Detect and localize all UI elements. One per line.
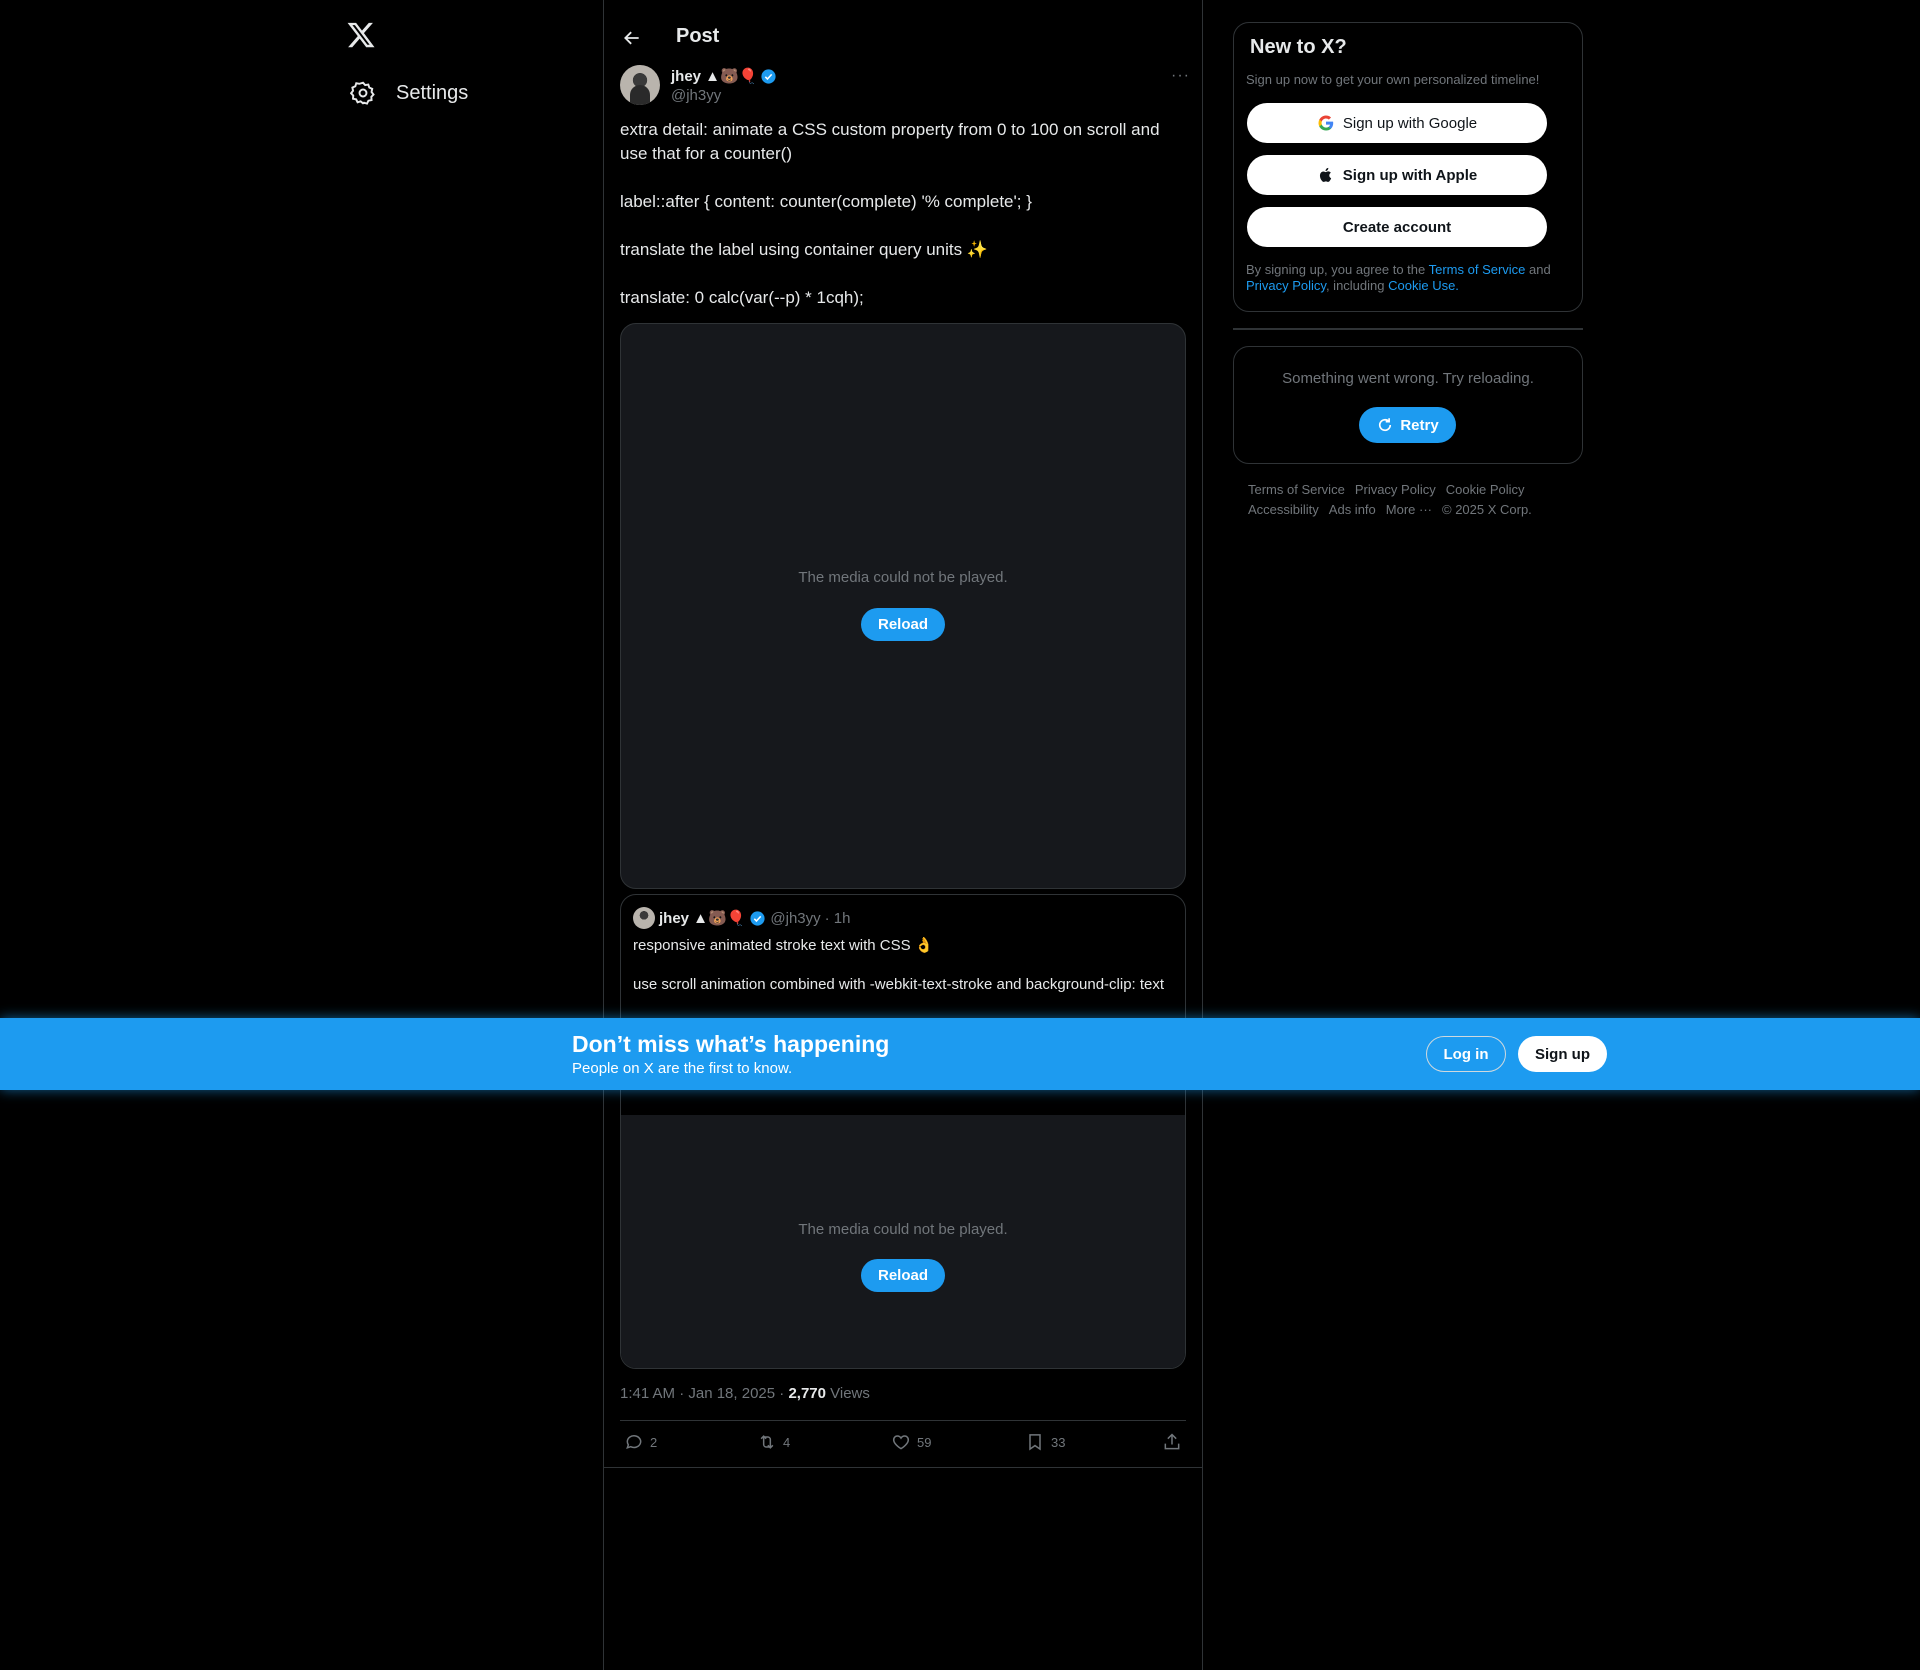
post-column: Post jhey ▲🐻🎈 @jh3yy ··· extra detail: a…	[603, 0, 1203, 1670]
verified-badge-icon	[750, 910, 765, 926]
footer-link[interactable]: Accessibility	[1248, 502, 1319, 517]
verified-badge-icon	[761, 68, 776, 84]
post-timestamp[interactable]: 1:41 AM · Jan 18, 2025 ·	[620, 1385, 788, 1402]
views-count: 2,770	[788, 1385, 826, 1402]
author-name-row[interactable]: jhey ▲🐻🎈	[671, 67, 777, 85]
share-icon	[1164, 1433, 1180, 1450]
signup-button[interactable]: Sign up	[1518, 1036, 1607, 1072]
quoted-post-text: responsive animated stroke text with CSS…	[633, 937, 934, 954]
like-count: 59	[917, 1434, 932, 1450]
error-message: Something went wrong. Try reloading.	[1282, 370, 1534, 387]
quoted-author-handle: @jh3yy	[770, 909, 821, 927]
apple-signup-button[interactable]: Sign up with Apple	[1247, 155, 1547, 195]
views-label: Views	[825, 1385, 870, 1402]
repost-count: 4	[783, 1434, 791, 1450]
quoted-post-media: The media could not be played. Reload	[621, 1115, 1185, 1368]
quoted-post[interactable]: jhey ▲🐻🎈 @jh3yy · 1h responsive animated…	[620, 894, 1186, 1369]
bookmark-count: 33	[1051, 1434, 1066, 1450]
copyright: © 2025 X Corp.	[1442, 502, 1532, 517]
post-paragraph: extra detail: animate a CSS custom prope…	[620, 120, 1160, 163]
settings-label: Settings	[396, 81, 469, 104]
retry-button[interactable]: Retry	[1359, 407, 1456, 443]
x-logo-icon[interactable]	[346, 20, 376, 50]
refresh-icon	[1379, 418, 1392, 432]
arrow-left-icon	[624, 31, 639, 45]
footer-more-link[interactable]: More ···	[1386, 502, 1432, 517]
login-button[interactable]: Log in	[1426, 1036, 1506, 1072]
repost-icon	[760, 1435, 774, 1449]
avatar	[633, 907, 655, 929]
reply-icon	[626, 1435, 642, 1450]
divider	[1233, 328, 1583, 330]
retry-label: Retry	[1400, 416, 1439, 434]
google-signup-label: Sign up with Google	[1342, 114, 1478, 132]
google-icon	[1318, 115, 1334, 131]
heart-icon	[892, 1435, 910, 1450]
reply-count: 2	[650, 1434, 658, 1450]
more-options-button[interactable]: ···	[1171, 67, 1190, 85]
reload-button[interactable]: Reload	[860, 1259, 946, 1292]
quoted-post-time: · 1h	[824, 909, 851, 927]
post-author: jhey ▲🐻🎈 @jh3yy ···	[620, 65, 1190, 107]
post-media: The media could not be played. Reload	[620, 323, 1186, 889]
footer-links: Terms of Service Privacy Policy Cookie Pol…	[1248, 480, 1568, 520]
signup-legal-text: By signing up, you agree to the Terms of…	[1246, 262, 1571, 294]
footer-link[interactable]: Terms of Service	[1248, 482, 1345, 497]
reload-button[interactable]: Reload	[860, 608, 946, 641]
create-account-button[interactable]: Create account	[1247, 207, 1547, 247]
post-meta: 1:41 AM · Jan 18, 2025 · 2,770 Views	[620, 1385, 870, 1402]
author-name[interactable]: jhey ▲🐻🎈	[671, 67, 757, 85]
apple-icon	[1319, 167, 1331, 182]
reply-button[interactable]: 2	[624, 1432, 657, 1452]
signup-card: New to X? Sign up now to get your own pe…	[1233, 22, 1583, 312]
media-error-message: The media could not be played.	[798, 569, 1008, 586]
post-paragraph: translate: 0 calc(var(--p) * 1cqh);	[620, 288, 864, 307]
signup-title: New to X?	[1250, 36, 1347, 58]
author-handle[interactable]: @jh3yy	[671, 87, 721, 104]
post-actions: 2 4 59 33	[620, 1432, 1186, 1458]
apple-signup-label: Sign up with Apple	[1342, 166, 1478, 184]
share-button[interactable]	[1162, 1432, 1182, 1452]
banner-subtitle: People on X are the first to know.	[572, 1060, 793, 1077]
post-paragraph: label::after { content: counter(complete…	[620, 192, 1032, 211]
media-error-message: The media could not be played.	[798, 1221, 1008, 1238]
divider	[620, 1420, 1186, 1421]
login-banner: Don’t miss what’s happening People on X …	[0, 1018, 1920, 1090]
like-button[interactable]: 59	[891, 1432, 931, 1452]
bookmark-icon	[1029, 1434, 1041, 1451]
bookmark-button[interactable]: 33	[1025, 1432, 1065, 1452]
quoted-post-header: jhey ▲🐻🎈 @jh3yy · 1h	[633, 907, 851, 929]
privacy-link[interactable]: Privacy Policy	[1246, 278, 1326, 293]
quoted-post-text: use scroll animation combined with -webk…	[633, 976, 1165, 993]
trends-error-card: Something went wrong. Try reloading. Ret…	[1233, 346, 1583, 464]
post-header: Post	[604, 0, 1202, 74]
footer-link[interactable]: Cookie Policy	[1446, 482, 1525, 497]
legal-text: and	[1525, 262, 1551, 277]
legal-text: , including	[1325, 278, 1389, 293]
avatar[interactable]	[620, 65, 660, 105]
signup-subtitle: Sign up now to get your own personalized…	[1246, 72, 1540, 87]
post-text: extra detail: animate a CSS custom prope…	[620, 118, 1190, 334]
gear-icon	[350, 81, 375, 105]
cookie-link[interactable]: Cookie Use.	[1388, 278, 1459, 293]
page-title: Post	[676, 25, 720, 47]
terms-link[interactable]: Terms of Service	[1429, 262, 1526, 277]
google-signup-button[interactable]: Sign up with Google	[1247, 103, 1547, 143]
quoted-author-name: jhey ▲🐻🎈	[659, 910, 746, 927]
divider	[604, 1467, 1202, 1468]
footer-link[interactable]: Ads info	[1329, 502, 1376, 517]
footer-link[interactable]: Privacy Policy	[1355, 482, 1436, 497]
repost-button[interactable]: 4	[757, 1432, 790, 1452]
legal-text: By signing up, you agree to the	[1246, 262, 1429, 277]
banner-title: Don’t miss what’s happening	[572, 1031, 890, 1057]
back-button[interactable]	[616, 22, 648, 54]
nav-item-settings[interactable]: Settings	[350, 80, 468, 106]
post-paragraph: translate the label using container quer…	[620, 240, 988, 259]
